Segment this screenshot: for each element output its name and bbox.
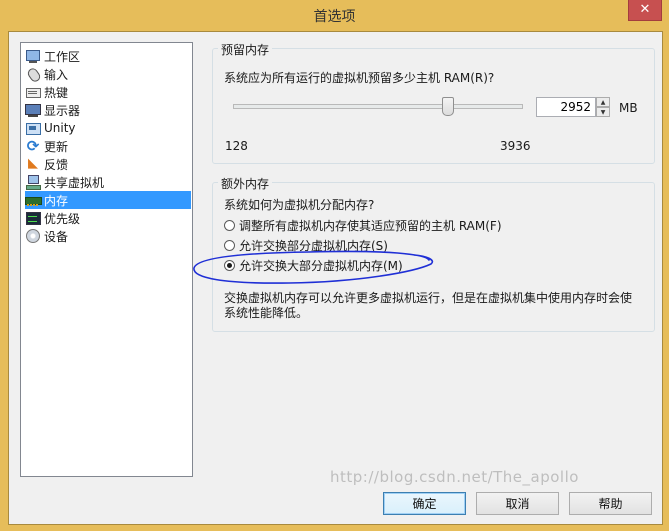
help-button[interactable]: 帮助 [569, 492, 652, 515]
sidebar-item-priority[interactable]: 优先级 [25, 209, 191, 227]
keyboard-icon [25, 84, 41, 100]
sidebar-item-display[interactable]: 显示器 [25, 101, 191, 119]
reserved-memory-stepper: ▲ ▼ [596, 97, 610, 119]
sidebar-item-label: 输入 [44, 67, 69, 82]
memory-unit-label: MB [619, 101, 638, 115]
sidebar-item-label: Unity [44, 121, 76, 135]
sidebar-item-memory[interactable]: 内存 [25, 191, 191, 209]
close-icon: ✕ [639, 2, 651, 17]
mouse-icon [25, 66, 41, 82]
sidebar-item-workspace[interactable]: 工作区 [25, 47, 191, 65]
sidebar-item-label: 热键 [44, 85, 69, 100]
radio-label: 允许交换大部分虚拟机内存(M) [239, 258, 403, 273]
radio-swap-most-memory[interactable]: 允许交换大部分虚拟机内存(M) [224, 257, 403, 273]
reserved-memory-slider-track[interactable] [233, 104, 523, 109]
extra-memory-question: 系统如何为虚拟机分配内存? [224, 198, 375, 212]
reserved-memory-question: 系统应为所有运行的虚拟机预留多少主机 RAM(R)? [224, 71, 495, 85]
spin-down-button[interactable]: ▼ [596, 107, 610, 117]
preferences-dialog: 工作区 输入 热键 显示器 Unity ⟳ 更新 ◣ 反馈 共享虚拟机 内存 优… [8, 31, 663, 525]
reserved-memory-slider-thumb[interactable] [442, 97, 454, 116]
devices-icon [25, 228, 41, 244]
radio-circle-selected[interactable] [224, 259, 235, 271]
extra-memory-description-line2: 系统性能降低。 [224, 306, 309, 320]
spin-up-button[interactable]: ▲ [596, 97, 610, 107]
sidebar-item-updates[interactable]: ⟳ 更新 [25, 137, 191, 155]
window-title: 首选项 [313, 9, 356, 25]
sidebar-item-label: 设备 [44, 229, 69, 244]
reserved-memory-title: 预留内存 [218, 41, 273, 58]
priority-icon [25, 210, 41, 226]
slider-min-label: 128 [225, 139, 248, 153]
sidebar-item-shared-vms[interactable]: 共享虚拟机 [25, 173, 191, 191]
update-icon: ⟳ [26, 137, 40, 155]
memory-icon [25, 192, 42, 208]
radio-circle[interactable] [224, 219, 235, 231]
extra-memory-title: 额外内存 [218, 175, 273, 192]
sidebar-item-label: 反馈 [44, 157, 69, 172]
sidebar-item-label: 工作区 [44, 49, 81, 64]
radio-circle[interactable] [224, 239, 235, 251]
radio-fit-reserved-ram[interactable]: 调整所有虚拟机内存使其适应预留的主机 RAM(F) [224, 217, 502, 233]
radio-label: 调整所有虚拟机内存使其适应预留的主机 RAM(F) [239, 218, 502, 233]
cancel-button[interactable]: 取消 [476, 492, 559, 515]
title-bar: 首选项 ✕ [0, 0, 669, 31]
sidebar-item-devices[interactable]: 设备 [25, 227, 191, 245]
sidebar-item-hotkeys[interactable]: 热键 [25, 83, 191, 101]
sidebar-item-label: 内存 [44, 193, 69, 208]
sidebar-item-label: 显示器 [44, 103, 81, 118]
reserved-memory-input[interactable] [536, 97, 596, 117]
ok-button[interactable]: 确定 [383, 492, 466, 515]
radio-label: 允许交换部分虚拟机内存(S) [239, 238, 388, 253]
sidebar-item-label: 更新 [44, 139, 69, 154]
slider-max-label: 3936 [500, 139, 531, 153]
feedback-icon: ◣ [28, 156, 38, 171]
sidebar-item-feedback[interactable]: ◣ 反馈 [25, 155, 191, 173]
sidebar: 工作区 输入 热键 显示器 Unity ⟳ 更新 ◣ 反馈 共享虚拟机 内存 优… [20, 42, 193, 477]
monitor-icon [25, 48, 41, 64]
unity-icon [25, 120, 41, 136]
sidebar-item-unity[interactable]: Unity [25, 119, 191, 137]
sidebar-item-label: 共享虚拟机 [44, 175, 105, 190]
close-button[interactable]: ✕ [628, 0, 662, 21]
radio-swap-some-memory[interactable]: 允许交换部分虚拟机内存(S) [224, 237, 388, 253]
display-icon [25, 102, 41, 118]
sidebar-item-input[interactable]: 输入 [25, 65, 191, 83]
shared-vm-icon [25, 174, 41, 190]
sidebar-item-label: 优先级 [44, 211, 81, 226]
